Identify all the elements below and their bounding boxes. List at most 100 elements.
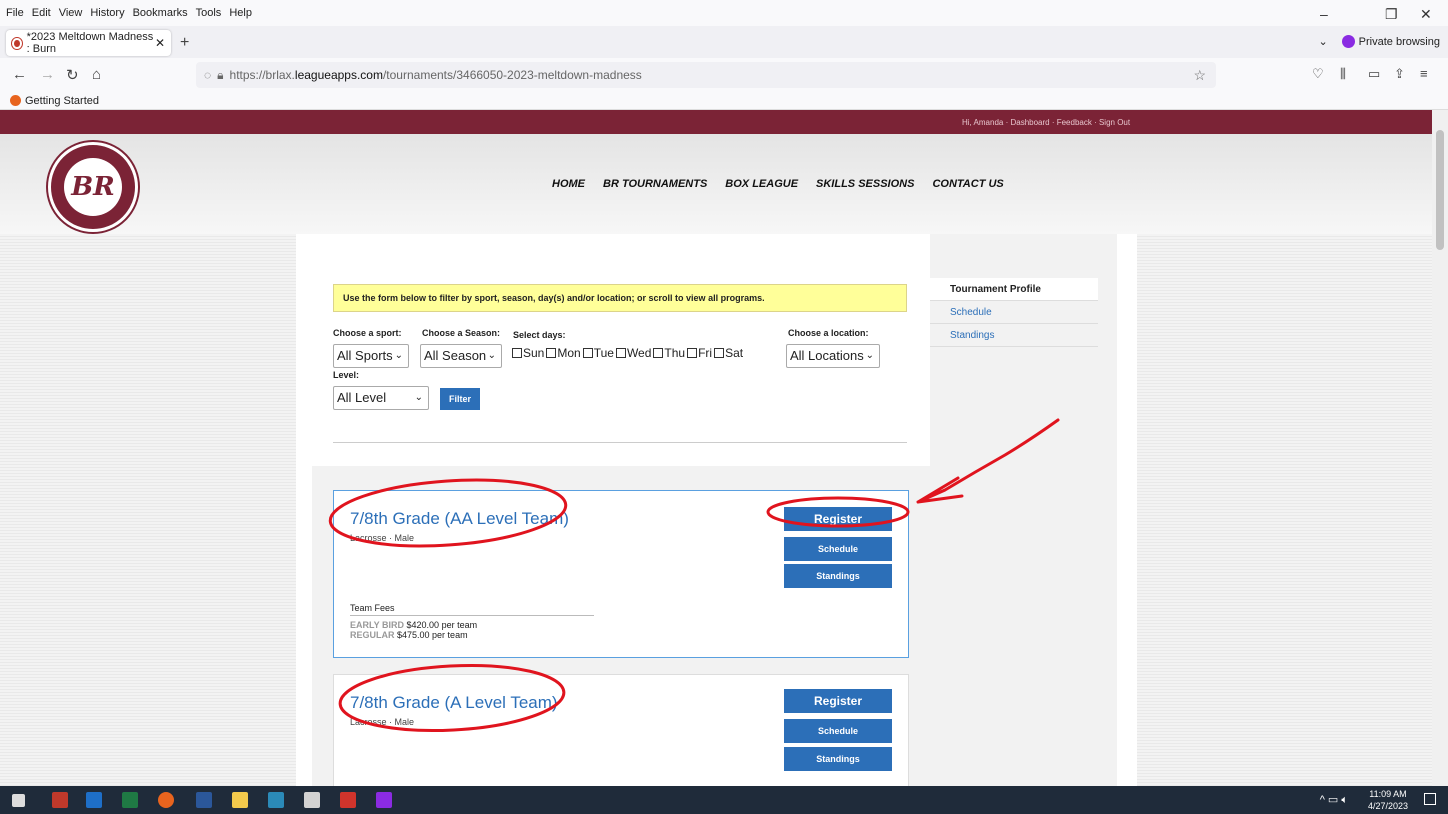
menu-help[interactable]: Help bbox=[229, 7, 252, 19]
sport-select[interactable]: All Sports ⌄ bbox=[333, 344, 409, 368]
hamburger-menu-icon[interactable]: ≡ bbox=[1420, 66, 1428, 81]
file-explorer-icon[interactable] bbox=[232, 792, 248, 808]
standings-button[interactable]: Standings bbox=[784, 564, 892, 588]
location-select[interactable]: All Locations ⌄ bbox=[786, 344, 880, 368]
filter-notice: Use the form below to filter by sport, s… bbox=[333, 284, 907, 312]
checkbox-tue[interactable] bbox=[582, 348, 593, 358]
menu-tools[interactable]: Tools bbox=[196, 7, 222, 19]
day-sun: Sun bbox=[523, 346, 545, 360]
program-title[interactable]: 7/8th Grade (AA Level Team) bbox=[350, 509, 569, 529]
nav-bar: ← → ↻ ⌂ ◌ 🔒︎ https://brlax. leagueapps.co… bbox=[0, 58, 1448, 92]
menu-history[interactable]: History bbox=[90, 7, 124, 19]
windows-start-icon[interactable] bbox=[12, 794, 25, 807]
regular-label: REGULAR bbox=[350, 630, 395, 640]
store-icon[interactable] bbox=[268, 792, 284, 808]
level-select[interactable]: All Level ⌄ bbox=[333, 386, 429, 410]
firefox-icon[interactable] bbox=[158, 792, 174, 808]
close-window-icon[interactable]: ✕ bbox=[1420, 6, 1432, 23]
library-icon[interactable]: ⫼ bbox=[1340, 66, 1346, 82]
sport-label: Choose a sport: bbox=[333, 328, 402, 338]
nav-br-tournaments[interactable]: BR TOURNAMENTS bbox=[603, 178, 707, 190]
restore-icon[interactable]: ❐ bbox=[1385, 6, 1398, 23]
nav-home[interactable]: HOME bbox=[552, 178, 585, 190]
program-subtitle: Lacrosse · Male bbox=[350, 717, 415, 727]
tournament-sidebar: Tournament Profile Schedule Standings bbox=[930, 234, 1117, 786]
program-card: 7/8th Grade (AA Level Team) Lacrosse · M… bbox=[333, 490, 909, 658]
sidebar-item-standings[interactable]: Standings bbox=[930, 324, 1098, 347]
document-icon[interactable] bbox=[304, 792, 320, 808]
menu-bookmarks[interactable]: Bookmarks bbox=[133, 7, 188, 19]
checkbox-wed[interactable] bbox=[615, 348, 626, 358]
notification-icon[interactable] bbox=[1424, 793, 1436, 805]
register-button[interactable]: Register bbox=[784, 689, 892, 713]
tab-list-chevron-icon[interactable]: ⌄ bbox=[1318, 35, 1327, 48]
new-tab-icon[interactable]: + bbox=[180, 34, 189, 52]
day-sat: Sat bbox=[725, 346, 744, 360]
sidebar-item-schedule[interactable]: Schedule bbox=[930, 301, 1098, 324]
minimize-icon[interactable]: – bbox=[1320, 6, 1328, 22]
early-bird-value: $420.00 per team bbox=[406, 620, 478, 630]
bookmark-star-icon[interactable]: ☆ bbox=[1193, 67, 1206, 84]
checkbox-fri[interactable] bbox=[687, 348, 698, 358]
program-title[interactable]: 7/8th Grade (A Level Team) bbox=[350, 693, 558, 713]
checkbox-sat[interactable] bbox=[714, 348, 725, 358]
nav-skills-sessions[interactable]: SKILLS SESSIONS bbox=[816, 178, 914, 190]
nav-contact-us[interactable]: CONTACT US bbox=[932, 178, 1003, 190]
nav-box-league[interactable]: BOX LEAGUE bbox=[725, 178, 798, 190]
site-header: BR HOME BR TOURNAMENTS BOX LEAGUE SKILLS… bbox=[0, 134, 1432, 234]
checkbox-thu[interactable] bbox=[653, 348, 664, 358]
system-tray-icons[interactable]: ^ ▭ 🔈︎ bbox=[1320, 793, 1348, 807]
clock[interactable]: 11:09 AM 4/27/2023 bbox=[1368, 788, 1408, 812]
word-icon[interactable] bbox=[196, 792, 212, 808]
sport-select-value: All Sports bbox=[337, 348, 393, 363]
bookmark-getting-started[interactable]: Getting Started bbox=[25, 95, 99, 107]
location-select-value: All Locations bbox=[790, 348, 864, 363]
browser-tab[interactable]: *2023 Meltdown Madness : Burn ✕ bbox=[6, 30, 171, 56]
season-select[interactable]: All Season ⌄ bbox=[420, 344, 502, 368]
menu-file[interactable]: File bbox=[6, 7, 24, 19]
early-bird-label: EARLY BIRD bbox=[350, 620, 405, 630]
url-bar[interactable]: ◌ 🔒︎ https://brlax. leagueapps.com/tourna… bbox=[196, 62, 1216, 88]
reload-icon[interactable]: ↻ bbox=[66, 66, 79, 84]
day-mon: Mon bbox=[557, 346, 581, 360]
clock-date: 4/27/2023 bbox=[1367, 801, 1408, 811]
days-checkboxes: Sun Mon Tue Wed Thu Fri Sat bbox=[512, 346, 745, 360]
pocket-icon[interactable]: ♡ bbox=[1312, 66, 1324, 82]
menu-view[interactable]: View bbox=[59, 7, 83, 19]
logo-monogram: BR bbox=[64, 158, 122, 216]
private-firefox-icon[interactable] bbox=[376, 792, 392, 808]
scrollbar[interactable] bbox=[1432, 110, 1448, 786]
firefox-icon bbox=[10, 95, 21, 106]
checkbox-sun[interactable] bbox=[512, 348, 522, 358]
schedule-button[interactable]: Schedule bbox=[784, 537, 892, 561]
content-margin bbox=[1117, 234, 1137, 786]
back-icon[interactable]: ← bbox=[12, 66, 27, 83]
site-favicon-icon bbox=[11, 36, 23, 50]
menu-edit[interactable]: Edit bbox=[32, 7, 51, 19]
sidebar-icon[interactable]: ▭ bbox=[1368, 66, 1380, 82]
tab-title: *2023 Meltdown Madness : Burn bbox=[26, 31, 154, 55]
shield-icon[interactable]: ◌ bbox=[204, 68, 211, 82]
register-button[interactable]: Register bbox=[784, 507, 892, 531]
chevron-down-icon: ⌄ bbox=[394, 350, 403, 361]
day-wed: Wed bbox=[626, 346, 652, 360]
lock-icon[interactable]: 🔒︎ bbox=[217, 68, 223, 83]
close-tab-icon[interactable]: ✕ bbox=[155, 36, 165, 50]
home-icon[interactable]: ⌂ bbox=[92, 66, 101, 83]
scrollbar-thumb[interactable] bbox=[1436, 130, 1444, 250]
share-icon[interactable]: ⇪ bbox=[1394, 66, 1405, 82]
acrobat-icon[interactable] bbox=[340, 792, 356, 808]
day-tue: Tue bbox=[593, 346, 614, 360]
sidebar-item-tournament-profile[interactable]: Tournament Profile bbox=[930, 278, 1098, 301]
burning-river-logo[interactable]: BR bbox=[48, 142, 138, 232]
excel-icon[interactable] bbox=[122, 792, 138, 808]
forward-icon[interactable]: → bbox=[40, 66, 55, 83]
outlook-icon[interactable] bbox=[86, 792, 102, 808]
schedule-button[interactable]: Schedule bbox=[784, 719, 892, 743]
account-links[interactable]: Hi, Amanda · Dashboard · Feedback · Sign… bbox=[962, 118, 1130, 127]
checkbox-mon[interactable] bbox=[546, 348, 557, 358]
filter-button[interactable]: Filter bbox=[440, 388, 480, 410]
standings-button[interactable]: Standings bbox=[784, 747, 892, 771]
day-thu: Thu bbox=[664, 346, 686, 360]
app-icon[interactable] bbox=[52, 792, 68, 808]
